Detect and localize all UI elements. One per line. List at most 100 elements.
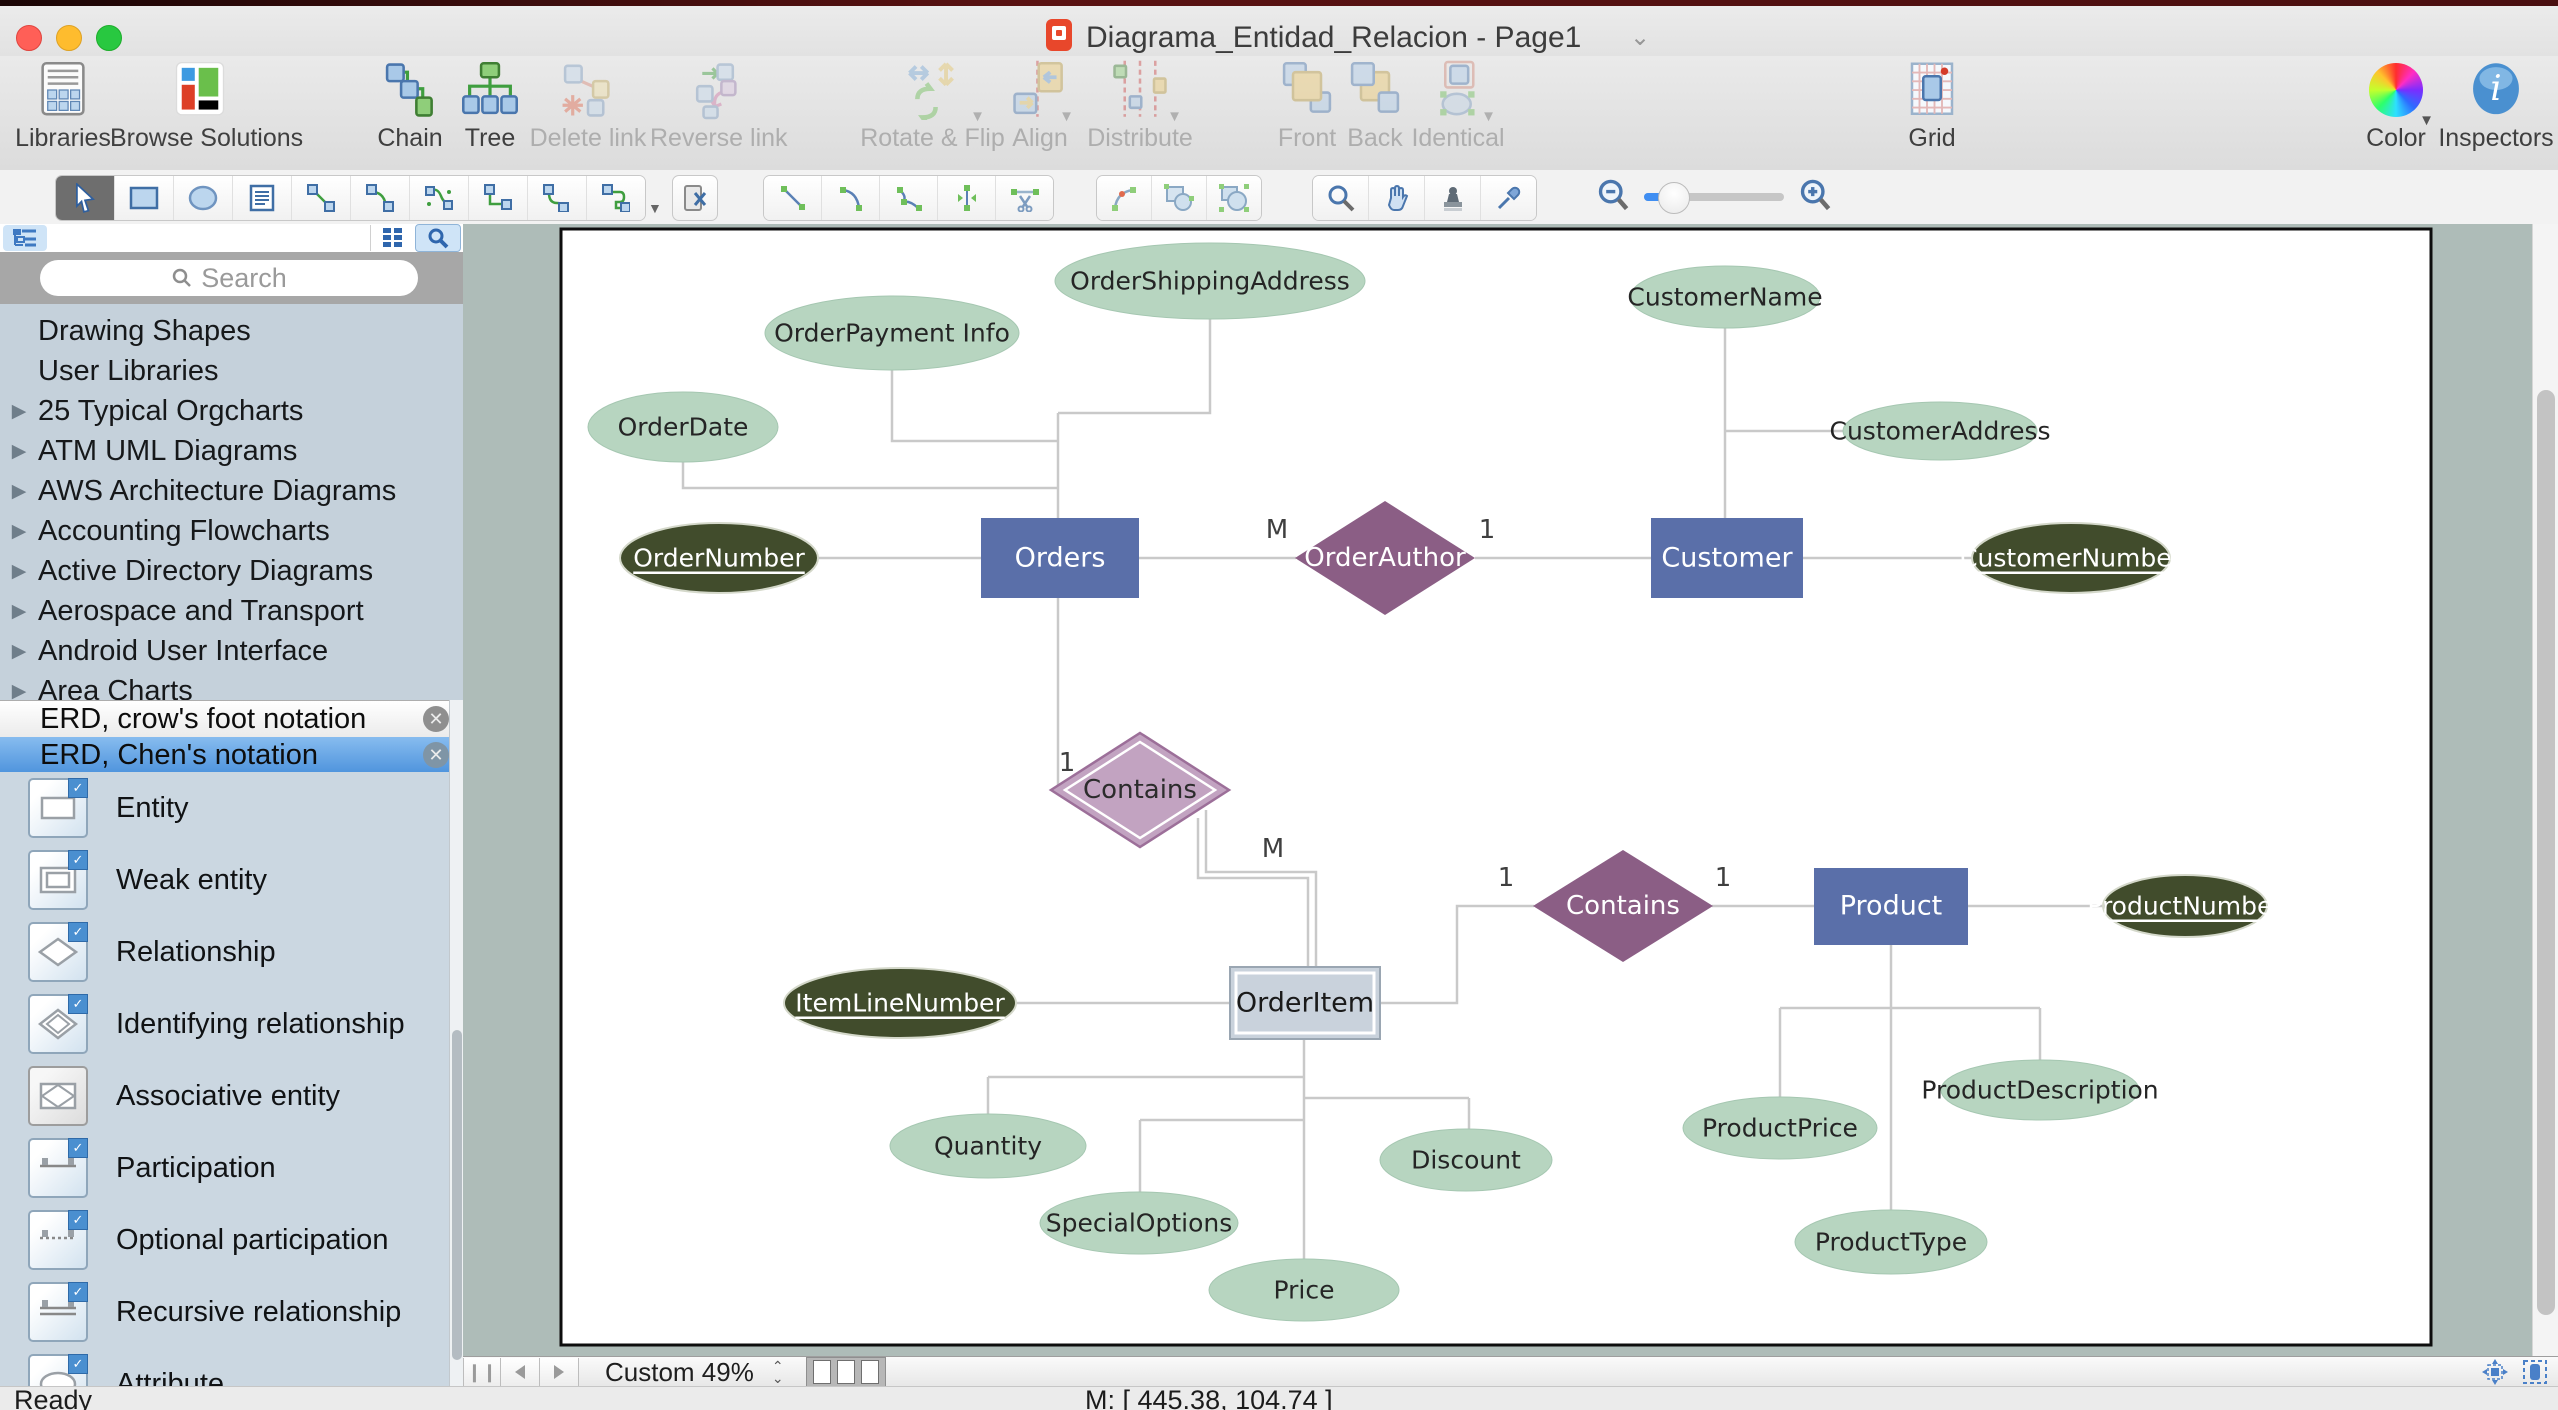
shape-item-relationship[interactable]: ✓ Relationship <box>0 916 463 988</box>
connector-elbow-tool[interactable] <box>469 176 528 220</box>
sidebar-item-drawing-shapes[interactable]: Drawing Shapes <box>0 311 463 351</box>
sidebar-item-accounting[interactable]: ▶ Accounting Flowcharts <box>0 511 463 551</box>
checkbox-icon[interactable]: ✓ <box>68 1138 88 1158</box>
shape-item-identifying-relationship[interactable]: ✓ Identifying relationship <box>0 988 463 1060</box>
sidebar-item-aerospace[interactable]: ▶ Aerospace and Transport <box>0 591 463 631</box>
drawing-canvas[interactable]: OrderShippingAddress OrderPayment Info O… <box>463 224 2558 1356</box>
zoom-tool[interactable] <box>1313 176 1369 220</box>
delete-link-button[interactable]: Delete link <box>528 60 648 153</box>
next-page-button[interactable] <box>540 1358 579 1386</box>
edit-vertex-tool[interactable] <box>1097 176 1152 220</box>
fit-to-window-button[interactable] <box>2478 1359 2512 1385</box>
sidebar-item-android-ui[interactable]: ▶ Android User Interface <box>0 631 463 671</box>
chain-button[interactable]: Chain <box>368 60 452 153</box>
close-button[interactable] <box>16 25 42 51</box>
minimize-button[interactable] <box>56 25 82 51</box>
sidebar-item-orgcharts[interactable]: ▶ 25 Typical Orgcharts <box>0 391 463 431</box>
sidebar-item-user-libraries[interactable]: User Libraries <box>0 351 463 391</box>
tab-erd-crows-foot[interactable]: ERD, crow's foot notation ✕ <box>0 700 463 738</box>
grid-view-button[interactable] <box>370 225 415 251</box>
align-dropdown[interactable]: ▼ <box>1059 108 1074 125</box>
checkbox-icon[interactable]: ✓ <box>68 778 88 798</box>
stepper-down-icon[interactable]: ⌄ <box>772 1371 784 1385</box>
disclosure-triangle-icon[interactable]: ▶ <box>0 480 38 503</box>
ellipse-tool[interactable] <box>174 176 233 220</box>
zoom-level-value[interactable]: Custom 49% <box>605 1357 754 1388</box>
checkbox-icon[interactable]: ✓ <box>68 1210 88 1230</box>
eyedropper-tool[interactable] <box>1481 176 1536 220</box>
line-segment-tool[interactable] <box>764 176 822 220</box>
zoom-slider[interactable] <box>1644 182 1784 214</box>
zoom-in-button[interactable] <box>1798 178 1832 217</box>
disclosure-triangle-icon[interactable]: ▶ <box>0 600 38 623</box>
sidebar-item-aws[interactable]: ▶ AWS Architecture Diagrams <box>0 471 463 511</box>
library-tree-toggle[interactable] <box>3 225 47 251</box>
color-button[interactable]: ▼ Color <box>2348 60 2444 153</box>
shape-item-participation[interactable]: ✓ Participation <box>0 1132 463 1204</box>
libraries-button[interactable]: Libraries <box>8 60 118 153</box>
zoom-stepper[interactable]: ⌃ ⌄ <box>772 1358 784 1386</box>
disclosure-triangle-icon[interactable]: ▶ <box>0 640 38 663</box>
front-button[interactable]: Front <box>1268 60 1346 153</box>
distribute-button[interactable]: ▼ Distribute <box>1080 60 1200 153</box>
connector-rounded-elbow-tool[interactable] <box>528 176 587 220</box>
actual-size-button[interactable] <box>2518 1359 2552 1385</box>
pan-tool[interactable] <box>1369 176 1425 220</box>
back-button[interactable]: Back <box>1340 60 1410 153</box>
rectangle-tool[interactable] <box>115 176 174 220</box>
inspectors-button[interactable]: i Inspectors <box>2436 60 2556 153</box>
color-dropdown[interactable]: ▼ <box>2419 112 2434 129</box>
page-thumbnail[interactable] <box>836 1360 855 1384</box>
disclosure-triangle-icon[interactable]: ▶ <box>0 440 38 463</box>
align-button[interactable]: ▼ Align <box>1000 60 1080 153</box>
select-tool[interactable] <box>56 176 115 220</box>
text-tool[interactable] <box>233 176 292 220</box>
shape-item-attribute[interactable]: ✓ Attribute <box>0 1348 463 1386</box>
checkbox-icon[interactable]: ✓ <box>68 994 88 1014</box>
search-input[interactable]: Search <box>40 260 418 296</box>
shape-eraser-tool[interactable] <box>672 175 718 221</box>
sidebar-item-area-charts[interactable]: ▶ Area Charts <box>0 671 463 701</box>
checkbox-icon[interactable]: ✓ <box>68 1354 88 1374</box>
disclosure-triangle-icon[interactable]: ▶ <box>0 560 38 583</box>
connector-tools-dropdown[interactable]: ▼ <box>648 200 662 216</box>
tab-erd-chen[interactable]: ERD, Chen's notation ✕ <box>0 737 463 773</box>
zoom-slider-knob[interactable] <box>1658 182 1690 214</box>
connector-arc-tool[interactable] <box>351 176 410 220</box>
checkbox-icon[interactable]: ✓ <box>68 850 88 870</box>
disclosure-triangle-icon[interactable]: ▶ <box>0 400 38 423</box>
shape-item-optional-participation[interactable]: ✓ Optional participation <box>0 1204 463 1276</box>
previous-page-button[interactable] <box>501 1358 540 1386</box>
checkbox-icon[interactable]: ✓ <box>68 1282 88 1302</box>
browse-solutions-button[interactable]: Browse Solutions <box>110 60 303 153</box>
page-thumbnail[interactable] <box>860 1360 879 1384</box>
title-dropdown-chevron[interactable]: ⌄ <box>1630 23 1650 52</box>
grid-button[interactable]: Grid <box>1892 60 1972 153</box>
search-view-button[interactable] <box>415 224 461 252</box>
disclosure-triangle-icon[interactable]: ▶ <box>0 680 38 701</box>
shape-item-entity[interactable]: ✓ Entity <box>0 772 463 844</box>
distribute-dropdown[interactable]: ▼ <box>1167 108 1182 125</box>
fullscreen-button[interactable] <box>96 25 122 51</box>
disclosure-triangle-icon[interactable]: ▶ <box>0 520 38 543</box>
connector-direct-tool[interactable] <box>292 176 351 220</box>
close-library-icon[interactable]: ✕ <box>423 706 449 732</box>
sidebar-scrollbar[interactable] <box>449 700 464 1386</box>
arc-segment-tool[interactable] <box>822 176 880 220</box>
checkbox-icon[interactable]: ✓ <box>68 922 88 942</box>
close-library-icon[interactable]: ✕ <box>423 742 449 768</box>
connector-smart-tool[interactable] <box>587 176 645 220</box>
canvas-scrollbar-thumb[interactable] <box>2537 390 2555 1315</box>
sidebar-scrollbar-thumb[interactable] <box>452 1030 462 1360</box>
sidebar-item-active-directory[interactable]: ▶ Active Directory Diagrams <box>0 551 463 591</box>
tree-button[interactable]: Tree <box>452 60 528 153</box>
shape-item-recursive-relationship[interactable]: ✓ Recursive relationship <box>0 1276 463 1348</box>
combine-shapes-tool[interactable] <box>1152 176 1207 220</box>
split-tool[interactable] <box>996 176 1053 220</box>
rotate-flip-button[interactable]: ▼ Rotate & Flip <box>850 60 1015 153</box>
identical-dropdown[interactable]: ▼ <box>1481 108 1496 125</box>
identical-button[interactable]: ▼ Identical <box>1408 60 1508 153</box>
shape-item-associative-entity[interactable]: Associative entity <box>0 1060 463 1132</box>
connector-bezier-tool[interactable] <box>410 176 469 220</box>
rotate-flip-dropdown[interactable]: ▼ <box>970 108 985 125</box>
